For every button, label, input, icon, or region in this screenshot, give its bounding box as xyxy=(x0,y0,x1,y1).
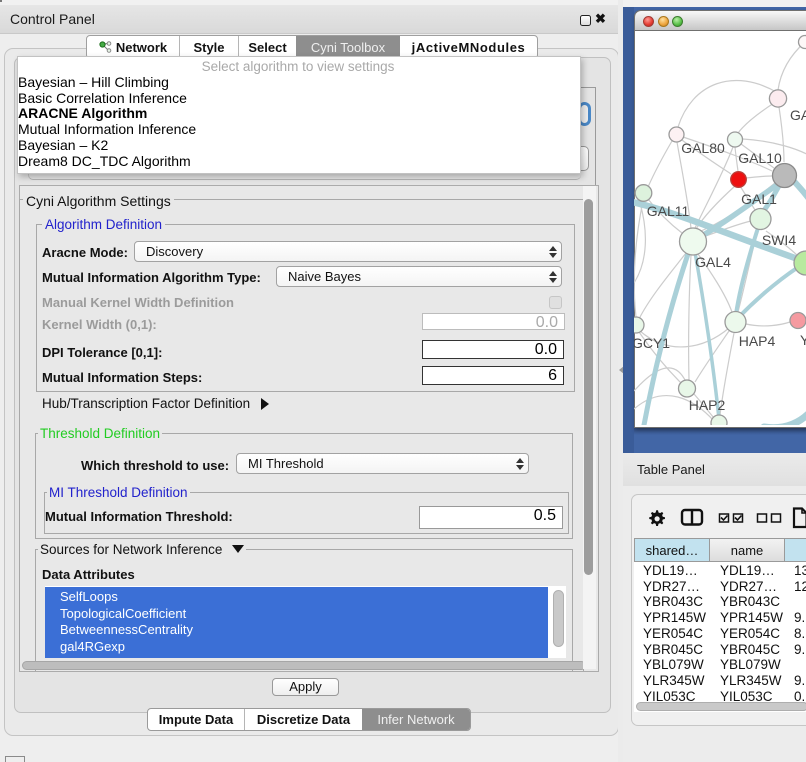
svg-text:GCY1: GCY1 xyxy=(634,335,670,351)
svg-text:GAL80: GAL80 xyxy=(681,140,725,156)
svg-text:HAP4: HAP4 xyxy=(739,333,776,349)
svg-text:SWI4: SWI4 xyxy=(762,232,796,248)
svg-text:GAL10: GAL10 xyxy=(738,150,782,166)
svg-text:GAL1: GAL1 xyxy=(741,191,777,207)
svg-text:GAL4: GAL4 xyxy=(695,254,731,270)
svg-text:GAL11: GAL11 xyxy=(647,203,690,219)
svg-text:HAP2: HAP2 xyxy=(689,397,726,413)
svg-text:GAL: GAL xyxy=(790,107,806,123)
svg-text:Y: Y xyxy=(800,332,806,348)
